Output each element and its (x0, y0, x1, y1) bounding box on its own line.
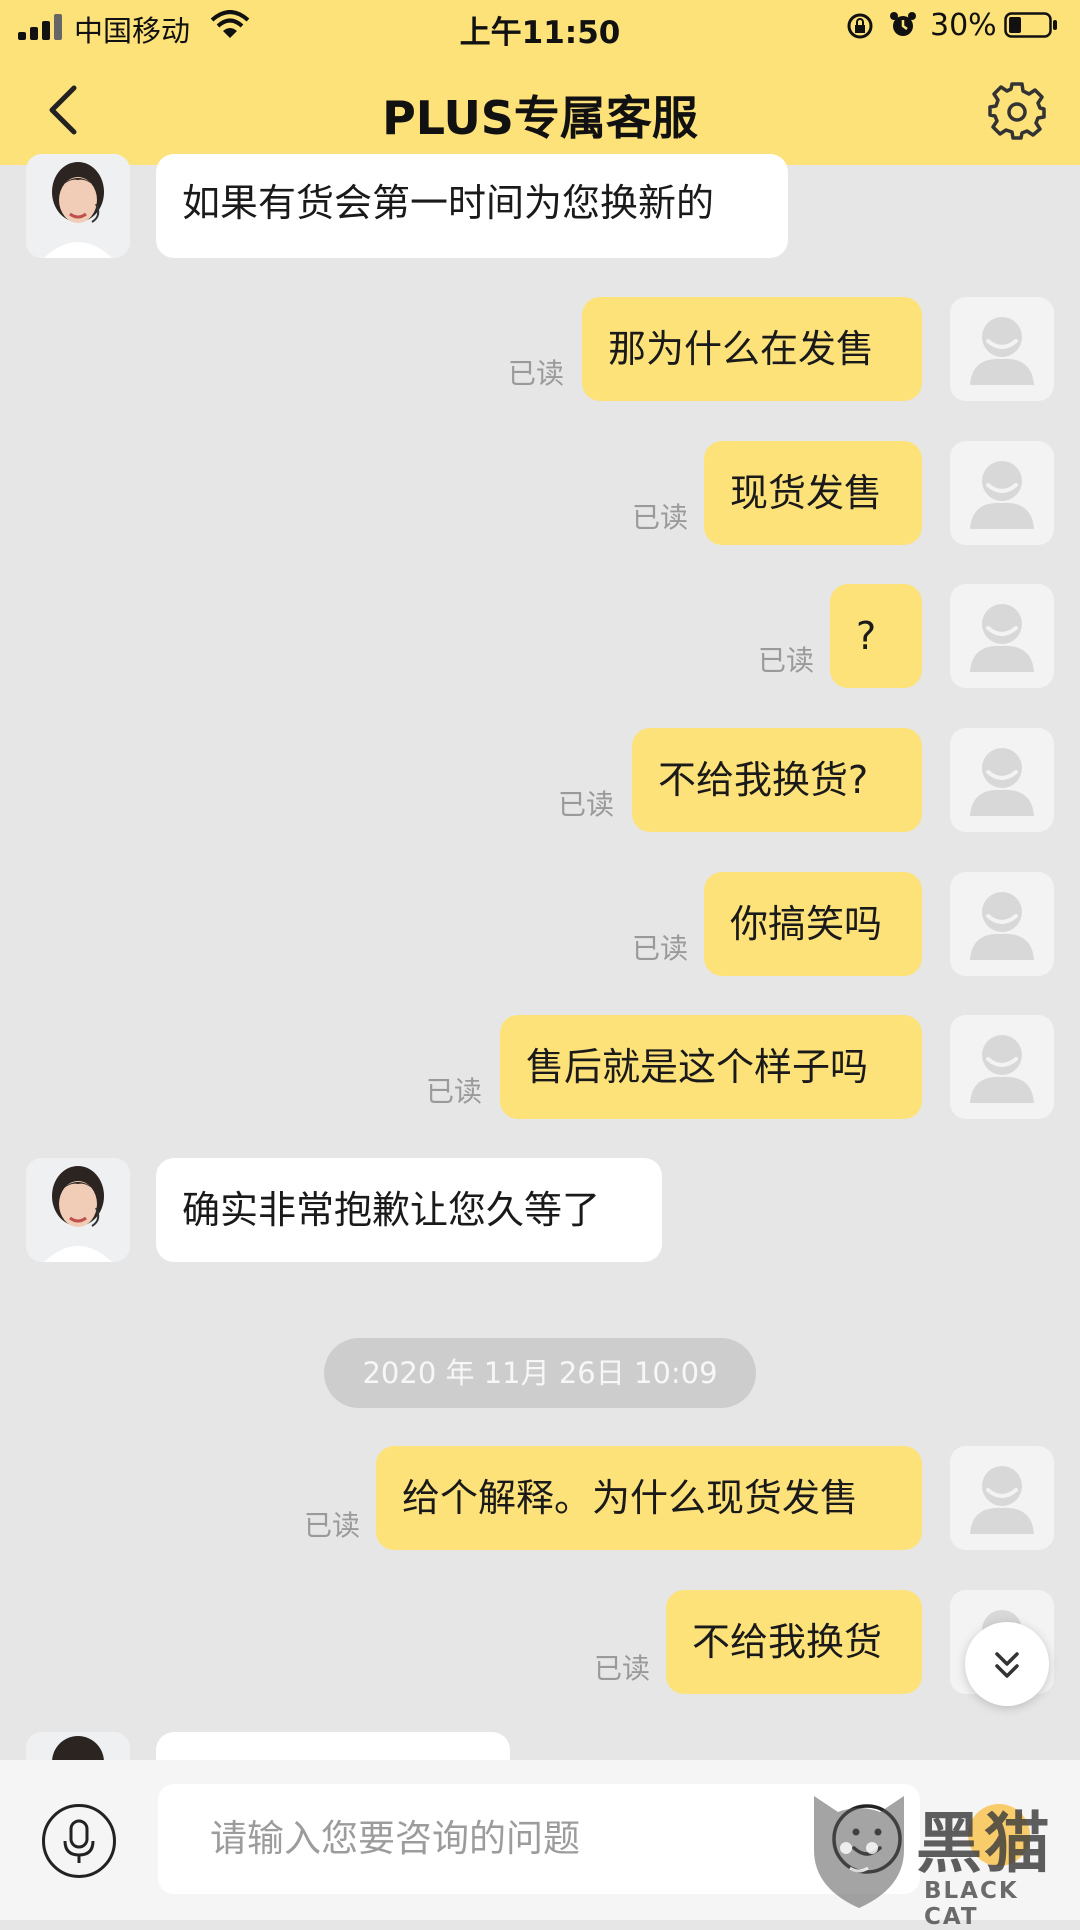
rotation-lock-icon (847, 13, 873, 39)
agent-avatar (26, 1732, 130, 1760)
agent-avatar-image (26, 154, 130, 258)
nav-bar: PLUS专属客服 (0, 54, 1080, 165)
gear-icon[interactable] (988, 82, 1046, 140)
watermark-text: 黑猫 (916, 1805, 1052, 1882)
watermark-subtext: BLACK CAT (924, 1878, 1019, 1930)
input-bar: 请输入您要咨询的问题 黑猫 BLACK CAT (0, 1760, 1080, 1930)
message-bubble-me: 不给我换货 (666, 1590, 922, 1694)
agent-avatar (26, 154, 130, 258)
read-status: 已读 (304, 1509, 361, 1542)
microphone-icon (63, 1819, 95, 1863)
user-avatar (950, 728, 1054, 832)
read-status: 已读 (426, 1075, 483, 1108)
battery-percent: 30% (930, 8, 997, 43)
double-chevron-down-icon (995, 1652, 1019, 1678)
message-bubble-agent: 确实非常抱歉让您久等了 (156, 1158, 662, 1262)
voice-button[interactable] (42, 1804, 116, 1878)
user-avatar-icon (970, 461, 1034, 529)
alarm-icon (890, 12, 916, 36)
status-time: 上午11:50 (459, 15, 621, 51)
user-avatar-icon (970, 317, 1034, 385)
message-bubble-me: ? (830, 584, 922, 688)
user-avatar-icon (970, 604, 1034, 672)
message-bubble-me: 售后就是这个样子吗 (500, 1015, 922, 1119)
date-divider: 2020 年 11月 26日 10:09 (324, 1338, 756, 1408)
message-bubble-agent: 如果有货会第一时间为您换新的 (156, 154, 788, 258)
battery-icon (1004, 12, 1057, 38)
user-avatar (950, 872, 1054, 976)
message-bubble-agent-partial (156, 1732, 510, 1760)
user-avatar (950, 584, 1054, 688)
agent-avatar (26, 1158, 130, 1262)
message-bubble-me: 那为什么在发售 (582, 297, 922, 401)
agent-avatar-image (26, 1732, 130, 1760)
user-avatar-icon (970, 1035, 1034, 1103)
user-avatar-icon (970, 748, 1034, 816)
agent-avatar-image (26, 1158, 130, 1262)
read-status: 已读 (632, 932, 689, 965)
user-avatar (950, 441, 1054, 545)
scroll-to-bottom-button[interactable] (965, 1622, 1049, 1706)
message-bubble-me: 现货发售 (704, 441, 922, 545)
user-avatar (950, 1015, 1054, 1119)
read-status: 已读 (632, 501, 689, 534)
read-status: 已读 (558, 788, 615, 821)
status-bar: 中国移动 上午11:50 30% (0, 0, 1080, 54)
page-title: PLUS专属客服 (382, 91, 698, 145)
user-avatar (950, 1446, 1054, 1550)
user-avatar-icon (970, 892, 1034, 960)
black-cat-watermark-logo (814, 1796, 904, 1908)
message-bubble-me: 你搞笑吗 (704, 872, 922, 976)
top-bar: 中国移动 上午11:50 30% PLUS专属客服 (0, 0, 1080, 165)
read-status: 已读 (758, 644, 815, 677)
message-bubble-me: 给个解释。为什么现货发售 (376, 1446, 922, 1550)
user-avatar-icon (970, 1466, 1034, 1534)
user-avatar (950, 297, 1054, 401)
message-bubble-me: 不给我换货? (632, 728, 922, 832)
read-status: 已读 (594, 1652, 651, 1685)
message-input[interactable]: 请输入您要咨询的问题 (158, 1784, 920, 1894)
read-status: 已读 (508, 357, 565, 390)
